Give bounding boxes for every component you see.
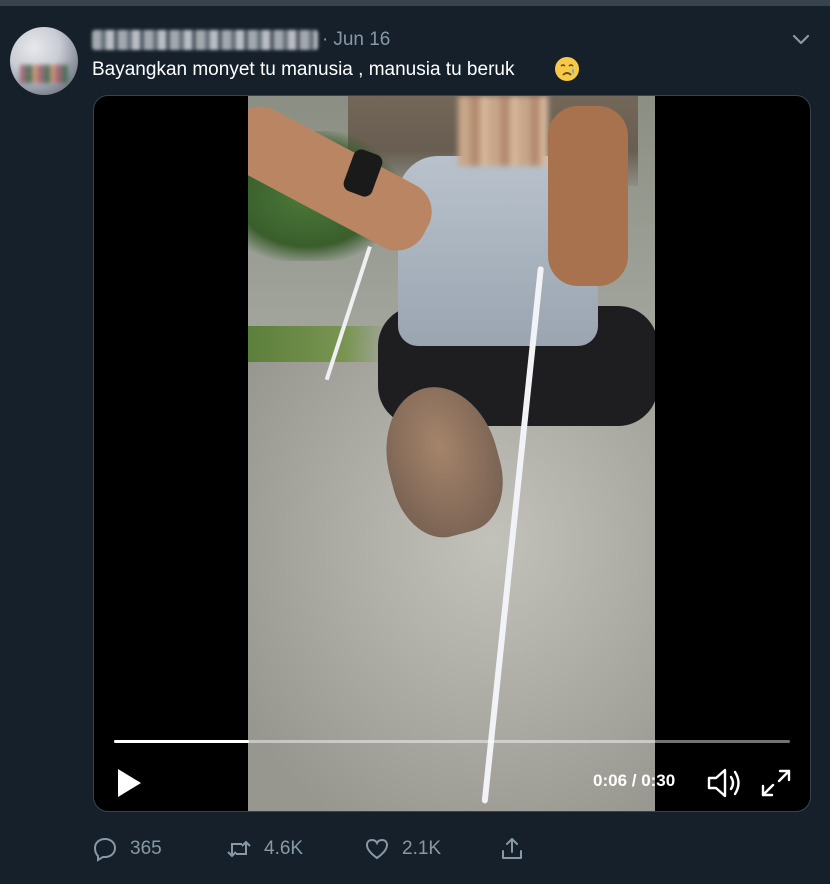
tweet-date[interactable]: Jun 16 xyxy=(333,29,390,51)
like-button[interactable]: 2.1K xyxy=(364,834,441,864)
separator-dot: · xyxy=(322,29,329,50)
avatar[interactable] xyxy=(10,27,78,95)
share-icon xyxy=(502,838,522,859)
video-time: 0:06 / 0:30 xyxy=(593,771,676,790)
tweet-actions: 365 4.6K 2.1K xyxy=(92,834,532,864)
reply-button[interactable]: 365 xyxy=(92,834,162,864)
author-name-blurred[interactable] xyxy=(92,30,318,50)
retweet-count: 4.6K xyxy=(264,838,304,859)
tweet[interactable]: · Jun 16 Bayangkan monyet tu manusia , m… xyxy=(0,0,830,884)
share-button[interactable] xyxy=(499,834,537,864)
reply-icon xyxy=(93,837,117,862)
video-frame[interactable] xyxy=(248,96,655,811)
video-progress-bar[interactable] xyxy=(114,740,790,743)
heart-icon xyxy=(365,838,389,860)
video-progress-fill xyxy=(114,740,250,743)
tweet-header: · Jun 16 xyxy=(92,28,390,52)
reply-count: 365 xyxy=(130,838,162,859)
crying-face-emoji-icon xyxy=(555,57,579,81)
video-player[interactable]: 0:06 / 0:30 xyxy=(93,95,811,812)
like-count: 2.1K xyxy=(402,838,442,859)
video-scene-arm xyxy=(548,106,628,286)
play-icon[interactable] xyxy=(114,766,144,800)
divider xyxy=(0,0,830,6)
retweet-icon xyxy=(227,840,251,858)
fullscreen-icon[interactable] xyxy=(758,766,794,800)
video-scene-grass xyxy=(248,326,388,362)
chevron-down-icon[interactable] xyxy=(790,28,812,50)
retweet-button[interactable]: 4.6K xyxy=(226,834,303,864)
tweet-text: Bayangkan monyet tu manusia , manusia tu… xyxy=(92,59,515,80)
volume-icon[interactable] xyxy=(706,766,744,800)
video-scene-blurred-face xyxy=(458,96,548,166)
